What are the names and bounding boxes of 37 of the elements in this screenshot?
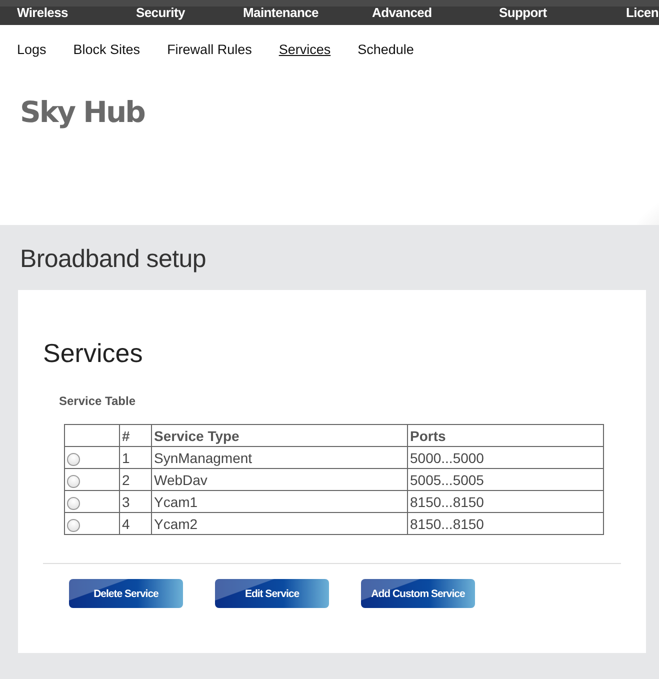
radio-button[interactable]: [67, 519, 80, 532]
table-cell: 8150...8150: [408, 512, 604, 534]
nav-tab[interactable]: Maintenance: [243, 5, 372, 20]
table-cell: 5000...5000: [408, 446, 604, 468]
table-cell: 8150...8150: [408, 490, 604, 512]
table-cell: 1: [120, 446, 152, 468]
section-title: Services: [43, 337, 143, 369]
nav-tab[interactable]: Support: [499, 5, 626, 20]
nav-tab[interactable]: Security: [136, 5, 243, 20]
radio-button[interactable]: [67, 475, 80, 488]
table-cell: 2: [120, 468, 152, 490]
subnav-tab[interactable]: Services: [278, 42, 331, 57]
brand-logo: Sky Hub: [19, 94, 144, 129]
subnav-tab[interactable]: Firewall Rules: [167, 42, 252, 57]
subnav-tab[interactable]: Logs: [17, 42, 46, 57]
table-cell: 4: [120, 512, 152, 534]
table-cell: 5005...5005: [408, 468, 604, 490]
table-cell: 3: [120, 490, 152, 512]
radio-button[interactable]: [67, 453, 80, 466]
column-header: Ports: [408, 424, 604, 446]
table-cell: SynManagment: [152, 446, 408, 468]
table-cell: Ycam1: [152, 490, 408, 512]
radio-button[interactable]: [67, 497, 80, 510]
nav-tab[interactable]: Wireless: [17, 5, 136, 20]
action-button[interactable]: Edit Service: [215, 579, 329, 608]
column-header: Service Type: [152, 424, 408, 446]
subnav-tab[interactable]: Schedule: [358, 42, 414, 57]
action-button[interactable]: Add Custom Service: [361, 579, 475, 608]
table-caption: Service Table: [59, 394, 136, 408]
column-header: #: [120, 424, 152, 446]
table-cell: WebDav: [152, 468, 408, 490]
action-button[interactable]: Delete Service: [69, 579, 183, 608]
subnav-tab[interactable]: Block Sites: [73, 42, 140, 57]
nav-tab[interactable]: Licen: [626, 5, 658, 20]
table-cell: Ycam2: [152, 512, 408, 534]
nav-tab[interactable]: Advanced: [372, 5, 499, 20]
page-title: Broadband setup: [20, 245, 206, 274]
